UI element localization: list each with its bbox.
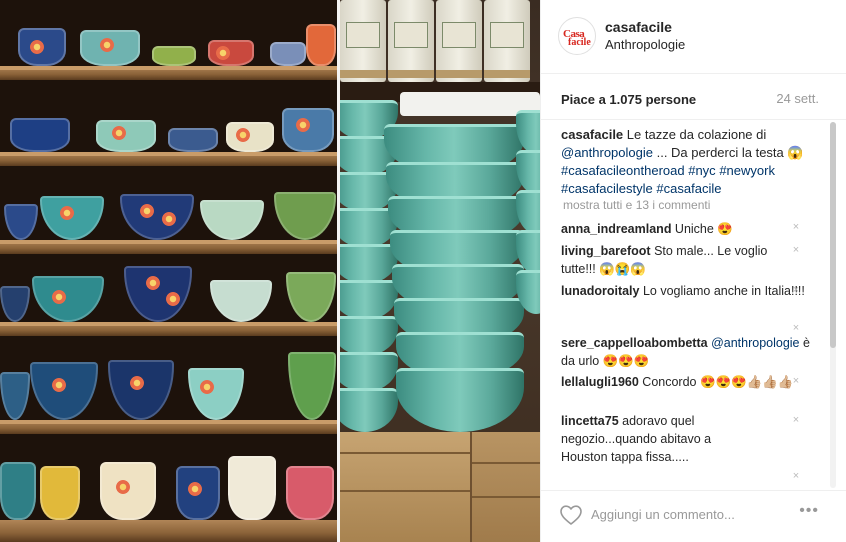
comment: lellalugli1960 Concordo 😍😍😍👍🏼👍🏼👍🏼 xyxy=(561,373,805,391)
post-side-panel: Casa facile casafacile Anthropologie Pia… xyxy=(540,0,846,542)
show-all-comments-link[interactable]: mostra tutti e 13 i commenti xyxy=(563,198,710,212)
photo-turquoise-bowls xyxy=(340,0,540,542)
caption-emoji: 😱 xyxy=(787,145,804,160)
comment-user-link[interactable]: sere_cappelloabombetta xyxy=(561,336,708,350)
likes-count[interactable]: Piace a 1.075 persone xyxy=(561,92,696,107)
hashtag-link[interactable]: #casafacilestyle xyxy=(561,181,653,196)
comment-user-link[interactable]: lincetta75 xyxy=(561,414,619,428)
location-link[interactable]: Anthropologie xyxy=(605,37,685,52)
hashtag-link[interactable]: #casafacileontheroad xyxy=(561,163,685,178)
comment-composer: ••• xyxy=(541,490,846,542)
caption-text: Le tazze da colazione di xyxy=(623,127,767,142)
comment-user-link[interactable]: lellalugli1960 xyxy=(561,375,639,389)
close-icon[interactable]: × xyxy=(791,414,801,426)
add-comment-input[interactable] xyxy=(591,503,791,525)
close-icon[interactable]: × xyxy=(791,322,801,334)
likes-row: Piace a 1.075 persone 24 sett. xyxy=(541,74,846,120)
comment-user-link[interactable]: anna_indreamland xyxy=(561,222,671,236)
comment: sere_cappelloabombetta @anthropologie è … xyxy=(561,334,811,370)
instagram-post: Casa facile casafacile Anthropologie Pia… xyxy=(0,0,846,542)
wooden-crate xyxy=(470,432,540,542)
hashtag-link[interactable]: #nyc xyxy=(688,163,715,178)
comment-text: Lo vogliamo anche in Italia!!!! xyxy=(639,284,805,298)
hashtag-link[interactable]: #newyork xyxy=(719,163,775,178)
username-link[interactable]: casafacile xyxy=(605,19,672,35)
close-icon[interactable]: × xyxy=(791,375,801,387)
comment: lunadoroitaly Lo vogliamo anche in Itali… xyxy=(561,282,805,300)
comment-text: Uniche 😍 xyxy=(671,222,733,236)
post-photo[interactable] xyxy=(0,0,540,542)
avatar[interactable]: Casa facile xyxy=(558,17,596,55)
caption-user-link[interactable]: casafacile xyxy=(561,127,623,142)
photo-shelves-of-cups xyxy=(0,0,337,542)
comments-list: casafacile Le tazze da colazione di @ant… xyxy=(541,120,846,490)
hashtag-link[interactable]: #casafacile xyxy=(656,181,721,196)
comment: living_barefoot Sto male... Le voglio tu… xyxy=(561,242,805,278)
more-options-icon[interactable]: ••• xyxy=(799,502,819,520)
caption: casafacile Le tazze da colazione di @ant… xyxy=(561,126,819,198)
scrollbar-thumb[interactable] xyxy=(830,122,836,348)
comment-user-link[interactable]: lunadoroitaly xyxy=(561,284,639,298)
comment: anna_indreamland Uniche 😍 xyxy=(561,220,805,238)
heart-outline-icon[interactable] xyxy=(559,503,583,527)
caption-mention-link[interactable]: @anthropologie xyxy=(561,145,653,160)
close-icon[interactable]: × xyxy=(791,284,801,296)
close-icon[interactable]: × xyxy=(791,244,801,256)
post-time[interactable]: 24 sett. xyxy=(776,91,819,106)
comment: lincetta75 adoravo quel negozio...quando… xyxy=(561,412,761,466)
comment-text: Concordo 😍😍😍👍🏼👍🏼👍🏼 xyxy=(638,375,794,389)
close-icon[interactable]: × xyxy=(791,470,801,482)
close-icon[interactable]: × xyxy=(791,221,801,233)
caption-text-2: ... Da perderci la testa xyxy=(652,145,788,160)
avatar-logo-bottom: facile xyxy=(568,37,591,48)
comment-user-link[interactable]: living_barefoot xyxy=(561,244,651,258)
comment-mention-link[interactable]: @anthropologie xyxy=(708,336,799,350)
post-header: Casa facile casafacile Anthropologie xyxy=(541,0,846,74)
